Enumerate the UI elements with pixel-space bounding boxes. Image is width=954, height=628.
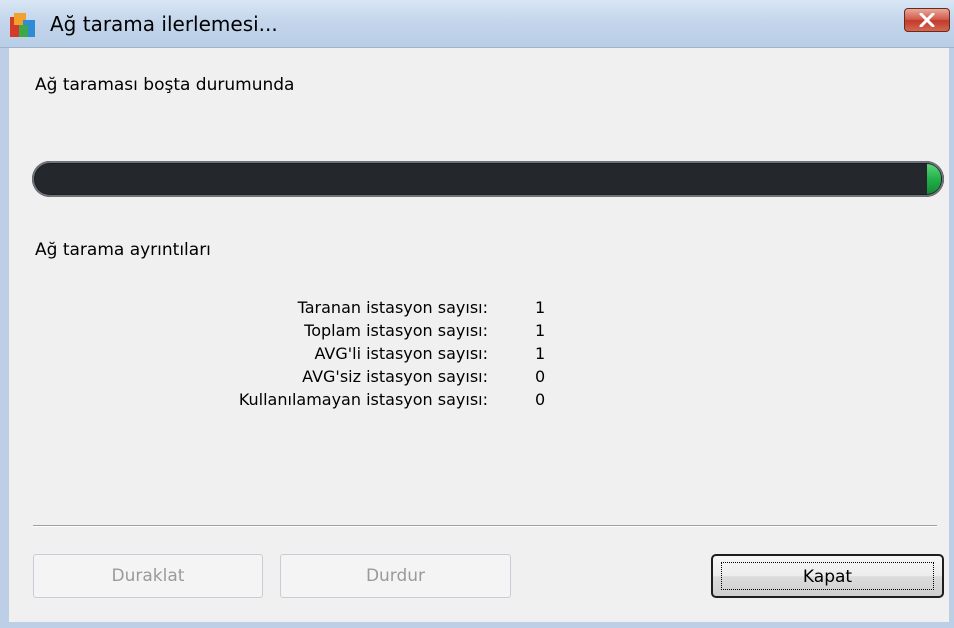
stat-label: AVG'li istasyon sayısı: [314,344,488,363]
window-frame-right [949,48,954,628]
stop-button[interactable]: Durdur [280,554,511,598]
stat-label: AVG'siz istasyon sayısı: [302,367,488,386]
stat-value: 1 [535,298,546,317]
window-title: Ağ tarama ilerlemesi... [50,12,278,36]
title-bar: Ağ tarama ilerlemesi... [0,0,954,48]
window-frame-left [0,48,9,628]
scan-progress-bar [32,161,944,197]
close-button-label: Kapat [802,567,853,587]
close-window-button[interactable] [904,8,950,32]
progress-fill [927,164,941,194]
stat-row-scanned: Taranan istasyon sayısı: 1 [150,296,570,319]
close-button[interactable]: Kapat [711,554,944,598]
stat-row-total: Toplam istasyon sayısı: 1 [150,319,570,342]
window-frame-bottom [0,622,954,628]
stat-label: Kullanılamayan istasyon sayısı: [238,390,488,409]
pause-button[interactable]: Duraklat [33,554,263,598]
stat-value: 1 [535,321,546,340]
scan-status-text: Ağ taraması boşta durumunda [35,75,295,95]
stat-label: Toplam istasyon sayısı: [304,321,488,340]
button-divider [33,525,937,527]
stat-row-unavailable: Kullanılamayan istasyon sayısı: 0 [150,388,570,411]
close-x-icon [919,13,935,27]
stat-label: Taranan istasyon sayısı: [297,298,488,317]
stat-value: 0 [535,390,546,409]
scan-details-heading: Ağ tarama ayrıntıları [35,240,211,260]
scan-details-table: Taranan istasyon sayısı: 1 Toplam istasy… [150,296,570,411]
stat-row-without-avg: AVG'siz istasyon sayısı: 0 [150,365,570,388]
stat-value: 1 [535,344,546,363]
stat-row-with-avg: AVG'li istasyon sayısı: 1 [150,342,570,365]
stat-value: 0 [535,367,546,386]
avg-logo-icon [10,13,35,37]
